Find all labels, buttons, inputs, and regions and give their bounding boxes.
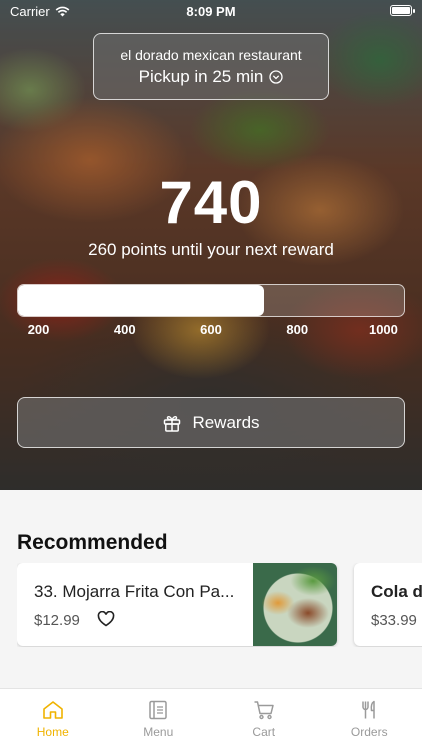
store-name: el dorado mexican restaurant [120, 47, 302, 63]
cart-icon [254, 701, 274, 720]
reward-progress-fill [18, 285, 264, 316]
hero-background: Carrier 8:09 PM el dorado mexican restau… [0, 0, 422, 490]
chevron-down-circle-icon [269, 70, 284, 84]
progress-tick-label: 1000 [368, 322, 398, 337]
progress-scale: 200 400 600 800 1000 [17, 322, 405, 338]
rewards-button[interactable]: Rewards [17, 397, 405, 448]
progress-tick-label: 800 [286, 322, 309, 337]
item-image [253, 563, 337, 646]
rewards-label: Rewards [192, 412, 260, 432]
tab-orders[interactable]: Orders [317, 689, 422, 750]
menu-icon [149, 700, 167, 720]
tab-label: Menu [143, 725, 174, 739]
recommended-item-card[interactable]: 33. Mojarra Frita Con Pa... $12.99 [17, 563, 337, 646]
battery-icon [390, 5, 415, 16]
store-selector[interactable]: el dorado mexican restaurant Pickup in 2… [93, 33, 329, 100]
tab-menu[interactable]: Menu [106, 689, 212, 750]
home-icon [42, 701, 63, 719]
item-price: $33.99 [371, 612, 417, 629]
points-message: 260 points until your next reward [88, 240, 334, 259]
reward-progress-bar [17, 284, 405, 317]
progress-tick-label: 200 [27, 322, 50, 337]
gift-icon [164, 415, 181, 432]
status-time: 8:09 PM [186, 4, 236, 19]
section-title-recommended: Recommended [17, 531, 168, 554]
points-balance: 740 [159, 169, 263, 236]
tab-label: Home [36, 725, 69, 739]
tab-label: Orders [350, 725, 388, 739]
recommended-item-card[interactable]: Cola de $33.99 [354, 563, 422, 646]
item-name: 33. Mojarra Frita Con Pa... [34, 582, 235, 601]
pickup-time: Pickup in 25 min [138, 67, 264, 86]
status-bar: Carrier 8:09 PM [0, 0, 422, 22]
recommended-carousel[interactable]: 33. Mojarra Frita Con Pa... $12.99 Cola … [17, 563, 422, 647]
tab-label: Cart [252, 725, 276, 739]
item-price: $12.99 [34, 612, 80, 629]
bottom-tab-bar: Home Menu Cart Orders [0, 688, 422, 750]
tab-cart[interactable]: Cart [211, 689, 317, 750]
progress-tick-label: 600 [200, 322, 222, 337]
tab-home[interactable]: Home [0, 689, 106, 750]
orders-icon [362, 700, 375, 719]
heart-icon[interactable] [97, 611, 115, 627]
progress-tick-label: 400 [113, 322, 136, 337]
item-name: Cola de [371, 582, 422, 601]
